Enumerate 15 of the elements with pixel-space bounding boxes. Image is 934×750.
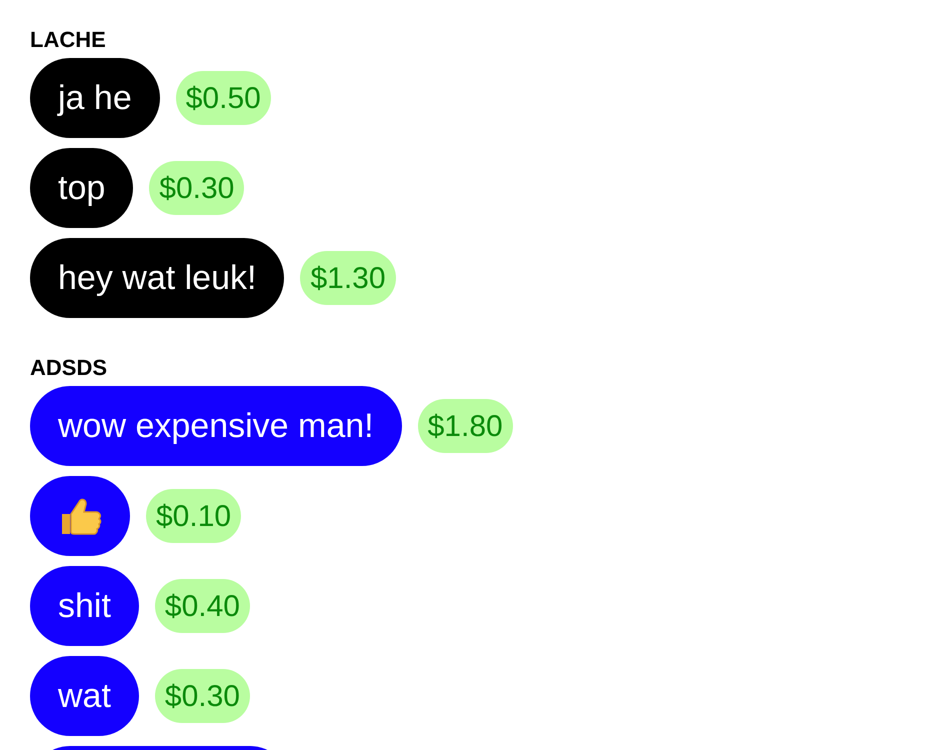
- price-tag: $0.40: [154, 579, 250, 633]
- price-tag: $0.10: [146, 489, 242, 543]
- message-text: ja he: [58, 78, 132, 118]
- message-text: shit: [58, 586, 111, 626]
- message-text: wow expensive man!: [58, 406, 374, 446]
- message-text: top: [58, 168, 106, 208]
- price-tag: $0.30: [149, 161, 244, 215]
- price-tag: $1.30: [300, 251, 396, 305]
- message-text: wat: [58, 676, 111, 716]
- price-tag: $0.30: [154, 669, 250, 723]
- price-tag: $0.50: [176, 71, 271, 125]
- price-tag: $1.80: [418, 399, 513, 453]
- sender-name: ADSDS: [30, 356, 108, 380]
- sender-name: LACHE: [30, 28, 106, 52]
- message-text: hey wat leuk!: [58, 258, 256, 298]
